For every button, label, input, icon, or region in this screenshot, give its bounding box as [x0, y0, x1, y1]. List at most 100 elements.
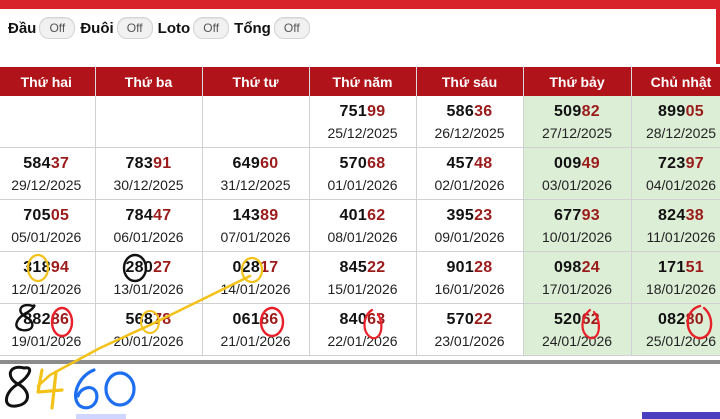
- result-date: 13/01/2026: [113, 280, 184, 297]
- top-red-bar: [0, 0, 720, 64]
- result-number-tail: 27: [153, 258, 172, 276]
- result-number: 45748: [417, 153, 523, 175]
- result-number-head: 840: [339, 310, 368, 328]
- week-row: 88286 19/01/2026 56878 20/01/2026 06186 21/01…: [0, 303, 720, 356]
- result-cell[interactable]: 84063 22/01/2026: [309, 303, 417, 356]
- result-date: 25/12/2025: [327, 124, 398, 141]
- result-number-head: 318: [23, 258, 51, 276]
- results-calendar: Thứ hai Thứ ba Thứ tư Thứ năm Thứ sáu Th…: [0, 67, 720, 360]
- filter-toggle-dau[interactable]: Off: [39, 17, 76, 39]
- filter-label-duoi: Đuôi: [80, 19, 114, 37]
- result-cell[interactable]: 84522 15/01/2026: [309, 251, 417, 304]
- result-number-head: 570: [446, 310, 475, 328]
- result-cell[interactable]: 72397 04/01/2026: [631, 147, 720, 200]
- result-number-tail: 82: [581, 102, 600, 120]
- result-cell[interactable]: [202, 96, 310, 148]
- result-date: 06/01/2026: [113, 228, 184, 245]
- result-number-tail: 05: [685, 102, 704, 120]
- result-cell[interactable]: 56878 20/01/2026: [95, 303, 203, 356]
- result-cell[interactable]: 39523 09/01/2026: [416, 199, 524, 252]
- result-cell[interactable]: 28027 13/01/2026: [95, 251, 203, 304]
- result-date: 22/01/2026: [327, 332, 398, 349]
- result-number-head: 882: [23, 310, 51, 328]
- result-number-head: 028: [232, 258, 261, 276]
- result-number-tail: 94: [50, 258, 70, 276]
- result-number-head: 824: [657, 206, 686, 224]
- result-number-tail: 68: [367, 154, 386, 172]
- result-number-tail: 78: [153, 310, 172, 328]
- result-number-head: 171: [657, 258, 686, 276]
- result-number: 40162: [310, 205, 416, 227]
- result-cell[interactable]: 08280 25/01/2026: [631, 303, 720, 356]
- result-cell[interactable]: 50982 27/12/2025: [523, 96, 632, 148]
- result-number: 06186: [203, 309, 309, 331]
- result-cell[interactable]: [0, 96, 96, 148]
- result-number-tail: 89: [260, 206, 279, 224]
- result-date: 05/01/2026: [11, 228, 82, 245]
- weekday-header: Thứ tư: [202, 67, 310, 96]
- result-number-tail: 99: [367, 102, 386, 120]
- result-cell[interactable]: 58636 26/12/2025: [416, 96, 524, 148]
- weekday-header: Thứ năm: [309, 67, 417, 96]
- result-cell[interactable]: 58437 29/12/2025: [0, 147, 96, 200]
- filter-toggle-tong[interactable]: Off: [273, 17, 310, 39]
- result-cell[interactable]: 14389 07/01/2026: [202, 199, 310, 252]
- filter-label-tong: Tổng: [234, 19, 271, 37]
- result-number-head: 784: [125, 206, 154, 224]
- result-cell[interactable]: 02817 14/01/2026: [202, 251, 310, 304]
- result-number: 70505: [0, 205, 94, 227]
- result-number-tail: 17: [260, 258, 279, 276]
- result-number-head: 082: [657, 310, 686, 328]
- result-cell[interactable]: 52062 24/01/2026: [523, 303, 632, 356]
- result-number-tail: 51: [685, 258, 704, 276]
- result-cell[interactable]: 40162 08/01/2026: [309, 199, 417, 252]
- result-cell[interactable]: 00949 03/01/2026: [523, 147, 632, 200]
- result-number: 50982: [524, 101, 631, 123]
- result-number: 72397: [632, 153, 720, 175]
- result-date: 29/12/2025: [11, 176, 82, 193]
- result-number-head: 570: [339, 154, 368, 172]
- result-cell[interactable]: 82438 11/01/2026: [631, 199, 720, 252]
- result-cell[interactable]: 78391 30/12/2025: [95, 147, 203, 200]
- result-number-head: 280: [125, 258, 154, 276]
- result-cell[interactable]: 78447 06/01/2026: [95, 199, 203, 252]
- result-cell[interactable]: 67793 10/01/2026: [523, 199, 632, 252]
- result-date: 26/12/2025: [434, 124, 505, 141]
- result-date: 31/12/2025: [220, 176, 291, 193]
- result-cell[interactable]: 75199 25/12/2025: [309, 96, 417, 148]
- result-number: 64960: [203, 153, 309, 175]
- result-cell[interactable]: 09824 17/01/2026: [523, 251, 632, 304]
- result-cell[interactable]: 70505 05/01/2026: [0, 199, 96, 252]
- result-cell[interactable]: 57068 01/01/2026: [309, 147, 417, 200]
- weekday-header: Chủ nhật: [631, 67, 720, 96]
- filter-toggle-duoi[interactable]: Off: [116, 17, 153, 39]
- table-bottom-rule: [0, 360, 720, 364]
- result-date: 24/01/2026: [541, 332, 613, 349]
- result-number-head: 899: [657, 102, 686, 120]
- result-number: 75199: [310, 101, 416, 123]
- result-number-tail: 36: [474, 102, 493, 120]
- result-number-tail: 93: [581, 206, 600, 224]
- result-cell[interactable]: 88286 19/01/2026: [0, 303, 96, 356]
- result-number: 67793: [524, 205, 631, 227]
- result-cell[interactable]: 57022 23/01/2026: [416, 303, 524, 356]
- result-date: 10/01/2026: [541, 228, 613, 245]
- filter-toggle-loto[interactable]: Off: [193, 17, 230, 39]
- result-number-head: 509: [553, 102, 582, 120]
- result-cell[interactable]: [95, 96, 203, 148]
- result-number-tail: 86: [50, 310, 70, 328]
- result-cell[interactable]: 06186 21/01/2026: [202, 303, 310, 356]
- handwritten-digit-6: [74, 368, 99, 410]
- result-number-head: 723: [657, 154, 686, 172]
- result-cell[interactable]: 31894 12/01/2026: [0, 251, 96, 304]
- filter-toggles: Đầu Off Đuôi Off Loto Off Tổng Off: [8, 16, 315, 40]
- result-cell[interactable]: 17151 18/01/2026: [631, 251, 720, 304]
- result-date: 20/01/2026: [113, 332, 184, 349]
- result-number: 57022: [417, 309, 523, 331]
- result-cell[interactable]: 45748 02/01/2026: [416, 147, 524, 200]
- result-date: 07/01/2026: [220, 228, 291, 245]
- result-number: 08280: [632, 309, 720, 331]
- result-cell[interactable]: 64960 31/12/2025: [202, 147, 310, 200]
- result-cell[interactable]: 90128 16/01/2026: [416, 251, 524, 304]
- result-cell[interactable]: 89905 28/12/2025: [631, 96, 720, 148]
